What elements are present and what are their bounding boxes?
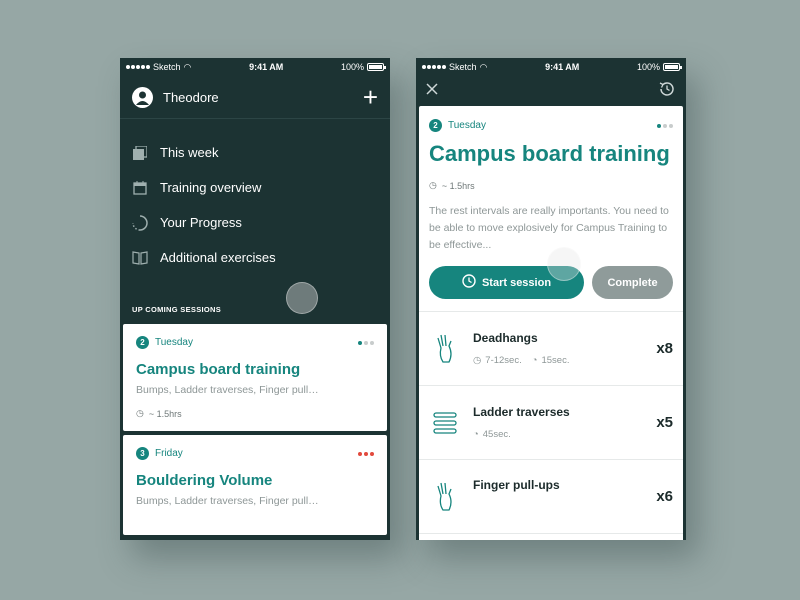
user-profile[interactable]: Theodore xyxy=(132,86,219,108)
menu-label: This week xyxy=(160,145,219,160)
home-screen: Sketch ◠ 9:41 AM 100% Theodore + This wee… xyxy=(120,58,390,540)
clock-icon: ◷ xyxy=(429,180,437,190)
exercise-row[interactable]: Ladder traverses ◔ 45sec. x5 xyxy=(419,386,683,460)
menu-label: Additional exercises xyxy=(160,250,276,265)
menu-label: Your Progress xyxy=(160,215,242,230)
session-duration: ~ 1.5hrs xyxy=(148,408,182,419)
session-card[interactable]: 3 Friday Bouldering Volume Bumps, Ladder … xyxy=(123,435,387,535)
exercise-name: Ladder traverses xyxy=(473,405,570,419)
session-day: Tuesday xyxy=(155,337,193,348)
carrier: Sketch xyxy=(153,62,181,72)
rest-timer-icon: ◔ xyxy=(531,355,538,366)
session-description: The rest intervals are really importants… xyxy=(429,205,669,251)
signal-icon xyxy=(422,65,446,69)
status-bar: Sketch ◠ 9:41 AM 100% xyxy=(120,58,390,76)
status-bar: Sketch ◠ 9:41 AM 100% xyxy=(416,58,686,76)
session-number: 3 xyxy=(136,447,149,460)
user-name: Theodore xyxy=(163,89,219,105)
session-duration: ~ 1.5hrs xyxy=(441,180,475,191)
carrier: Sketch xyxy=(449,62,477,72)
menu-item-your-progress[interactable]: Your Progress xyxy=(120,205,390,240)
status-dots xyxy=(358,340,374,345)
history-icon[interactable] xyxy=(658,80,676,103)
rest-timer-icon: ◔ xyxy=(473,429,479,440)
signal-icon xyxy=(126,65,150,69)
exercise-count: x8 xyxy=(656,340,673,357)
status-dots xyxy=(358,451,374,456)
exercise-rest: 15sec. xyxy=(541,355,570,366)
menu-item-training-overview[interactable]: Training overview xyxy=(120,170,390,205)
complete-button[interactable]: Complete xyxy=(592,266,673,299)
nav-menu: This week Training overview Your Progres… xyxy=(120,119,390,275)
pages-icon xyxy=(132,145,148,161)
exercise-duration: 7-12sec. xyxy=(485,355,522,366)
exercise-row[interactable]: Finger pull-ups x6 xyxy=(419,460,683,534)
time: 9:41 AM xyxy=(249,62,284,72)
book-icon xyxy=(132,250,148,266)
ladder-icon xyxy=(429,411,461,434)
session-subtitle: Bumps, Ladder traverses, Finger pull… xyxy=(136,384,319,396)
session-day: Friday xyxy=(155,448,183,459)
clock-icon: ◷ xyxy=(473,355,482,366)
exercise-name: Finger pull-ups xyxy=(473,478,560,492)
exercise-name: Deadhangs xyxy=(473,331,538,345)
exercise-row[interactable]: Deadhangs ◷ 7-12sec. ◔ 15sec. x8 xyxy=(419,312,683,386)
add-button[interactable]: + xyxy=(363,84,378,110)
menu-label: Training overview xyxy=(160,180,262,195)
clock-icon xyxy=(462,274,476,291)
battery-icon xyxy=(663,63,682,71)
battery-icon xyxy=(367,63,386,71)
exercise-count: x5 xyxy=(656,414,673,431)
menu-item-additional-exercises[interactable]: Additional exercises xyxy=(120,240,390,275)
progress-icon xyxy=(132,214,148,231)
session-subtitle: Bumps, Ladder traverses, Finger pull… xyxy=(136,495,319,507)
session-title: Campus board training xyxy=(136,361,301,378)
close-icon[interactable] xyxy=(426,82,438,100)
touch-indicator xyxy=(547,247,581,281)
wifi-icon: ◠ xyxy=(183,61,192,72)
time: 9:41 AM xyxy=(545,62,580,72)
menu-item-this-week[interactable]: This week xyxy=(120,135,390,170)
session-title: Bouldering Volume xyxy=(136,472,273,489)
session-title: Campus board training xyxy=(429,141,670,166)
session-day: Tuesday xyxy=(448,120,486,131)
hand-icon xyxy=(429,482,461,512)
session-number: 2 xyxy=(429,119,442,132)
clock-icon: ◷ xyxy=(136,408,144,418)
avatar xyxy=(132,86,153,108)
battery-percent: 100% xyxy=(636,62,660,72)
session-number: 2 xyxy=(136,336,149,349)
complete-label: Complete xyxy=(607,276,658,289)
exercise-count: x6 xyxy=(656,488,673,505)
session-card[interactable]: 2 Tuesday Campus board training Bumps, La… xyxy=(123,324,387,431)
wifi-icon: ◠ xyxy=(479,61,488,72)
status-dots xyxy=(657,123,673,128)
hand-icon xyxy=(429,334,461,364)
touch-indicator xyxy=(286,282,318,314)
session-detail: 2 Tuesday Campus board training ◷ ~ 1.5hrs… xyxy=(419,106,683,540)
section-label: UP COMING SESSIONS xyxy=(132,305,222,314)
start-label: Start session xyxy=(481,276,552,289)
calendar-icon xyxy=(132,180,148,196)
battery-percent: 100% xyxy=(340,62,364,72)
session-detail-screen: Sketch ◠ 9:41 AM 100% 2 Tuesday Campus boa… xyxy=(416,58,686,540)
exercise-rest: 45sec. xyxy=(482,429,511,440)
